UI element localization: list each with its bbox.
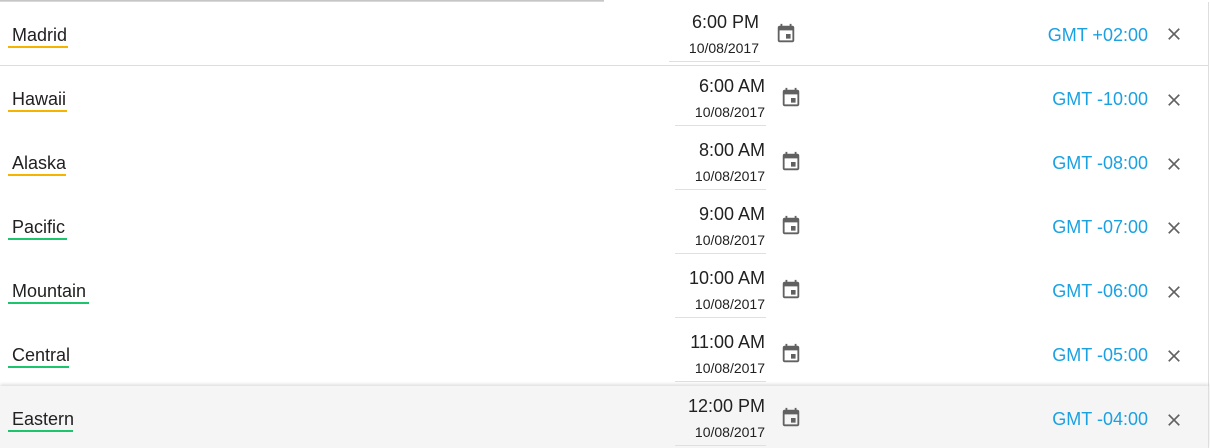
gmt-offset[interactable]: GMT -08:00 bbox=[1052, 153, 1148, 173]
gmt-offset[interactable]: GMT -05:00 bbox=[1052, 345, 1148, 365]
date-underline bbox=[669, 61, 760, 62]
time-value[interactable]: 10:00 AM bbox=[645, 267, 765, 289]
calendar-icon[interactable] bbox=[780, 279, 802, 301]
city-label[interactable]: Mountain bbox=[12, 281, 86, 304]
time-value[interactable]: 6:00 PM bbox=[639, 11, 759, 33]
time-value[interactable]: 9:00 AM bbox=[645, 203, 765, 225]
city-label[interactable]: Eastern bbox=[12, 409, 74, 432]
time-value[interactable]: 12:00 PM bbox=[645, 395, 765, 417]
city-underline bbox=[8, 110, 67, 112]
date-value[interactable]: 10/08/2017 bbox=[645, 295, 765, 313]
timezone-list: Madrid 6:00 PM 10/08/2017 GMT +02:00 Haw… bbox=[0, 0, 1210, 448]
city-underline bbox=[8, 174, 66, 176]
time-value[interactable]: 6:00 AM bbox=[645, 75, 765, 97]
city-underline bbox=[8, 302, 89, 304]
date-value[interactable]: 10/08/2017 bbox=[645, 359, 765, 377]
gmt-offset[interactable]: GMT -04:00 bbox=[1052, 409, 1148, 429]
timezone-row-alaska: Alaska 8:00 AM 10/08/2017 GMT -08:00 bbox=[0, 130, 1209, 195]
timezone-row-central: Central 11:00 AM 10/08/2017 GMT -05:00 bbox=[0, 322, 1209, 387]
city-underline bbox=[8, 238, 67, 240]
date-value[interactable]: 10/08/2017 bbox=[645, 167, 765, 185]
calendar-icon[interactable] bbox=[775, 23, 797, 45]
city-label[interactable]: Central bbox=[12, 345, 70, 368]
date-underline bbox=[675, 189, 766, 190]
city-underline bbox=[8, 366, 69, 368]
city-label[interactable]: Hawaii bbox=[12, 89, 66, 112]
date-value[interactable]: 10/08/2017 bbox=[645, 423, 765, 441]
close-icon[interactable] bbox=[1164, 218, 1184, 238]
calendar-icon[interactable] bbox=[780, 407, 802, 429]
close-icon[interactable] bbox=[1164, 24, 1184, 44]
city-label[interactable]: Alaska bbox=[12, 153, 66, 176]
timezone-row-madrid: Madrid 6:00 PM 10/08/2017 GMT +02:00 bbox=[0, 2, 1209, 66]
close-icon[interactable] bbox=[1164, 154, 1184, 174]
close-icon[interactable] bbox=[1164, 90, 1184, 110]
city-label[interactable]: Pacific bbox=[12, 217, 65, 240]
date-underline bbox=[675, 445, 766, 446]
date-underline bbox=[675, 125, 766, 126]
timezone-row-mountain: Mountain 10:00 AM 10/08/2017 GMT -06:00 bbox=[0, 258, 1209, 323]
city-label[interactable]: Madrid bbox=[12, 25, 67, 48]
time-value[interactable]: 11:00 AM bbox=[645, 331, 765, 353]
calendar-icon[interactable] bbox=[780, 215, 802, 237]
city-underline bbox=[8, 46, 68, 48]
close-icon[interactable] bbox=[1164, 346, 1184, 366]
date-value[interactable]: 10/08/2017 bbox=[645, 103, 765, 121]
date-underline bbox=[675, 253, 766, 254]
city-underline bbox=[8, 430, 73, 432]
gmt-offset[interactable]: GMT +02:00 bbox=[1048, 25, 1148, 45]
calendar-icon[interactable] bbox=[780, 151, 802, 173]
calendar-icon[interactable] bbox=[780, 87, 802, 109]
gmt-offset[interactable]: GMT -06:00 bbox=[1052, 281, 1148, 301]
gmt-offset[interactable]: GMT -10:00 bbox=[1052, 89, 1148, 109]
date-underline bbox=[675, 381, 766, 382]
close-icon[interactable] bbox=[1164, 282, 1184, 302]
timezone-row-pacific: Pacific 9:00 AM 10/08/2017 GMT -07:00 bbox=[0, 194, 1209, 259]
date-value[interactable]: 10/08/2017 bbox=[645, 231, 765, 249]
timezone-row-hawaii: Hawaii 6:00 AM 10/08/2017 GMT -10:00 bbox=[0, 66, 1209, 131]
calendar-icon[interactable] bbox=[780, 343, 802, 365]
close-icon[interactable] bbox=[1164, 410, 1184, 430]
time-value[interactable]: 8:00 AM bbox=[645, 139, 765, 161]
gmt-offset[interactable]: GMT -07:00 bbox=[1052, 217, 1148, 237]
date-underline bbox=[675, 317, 766, 318]
date-value[interactable]: 10/08/2017 bbox=[639, 39, 759, 57]
timezone-row-eastern: Eastern 12:00 PM 10/08/2017 GMT -04:00 bbox=[0, 386, 1209, 448]
